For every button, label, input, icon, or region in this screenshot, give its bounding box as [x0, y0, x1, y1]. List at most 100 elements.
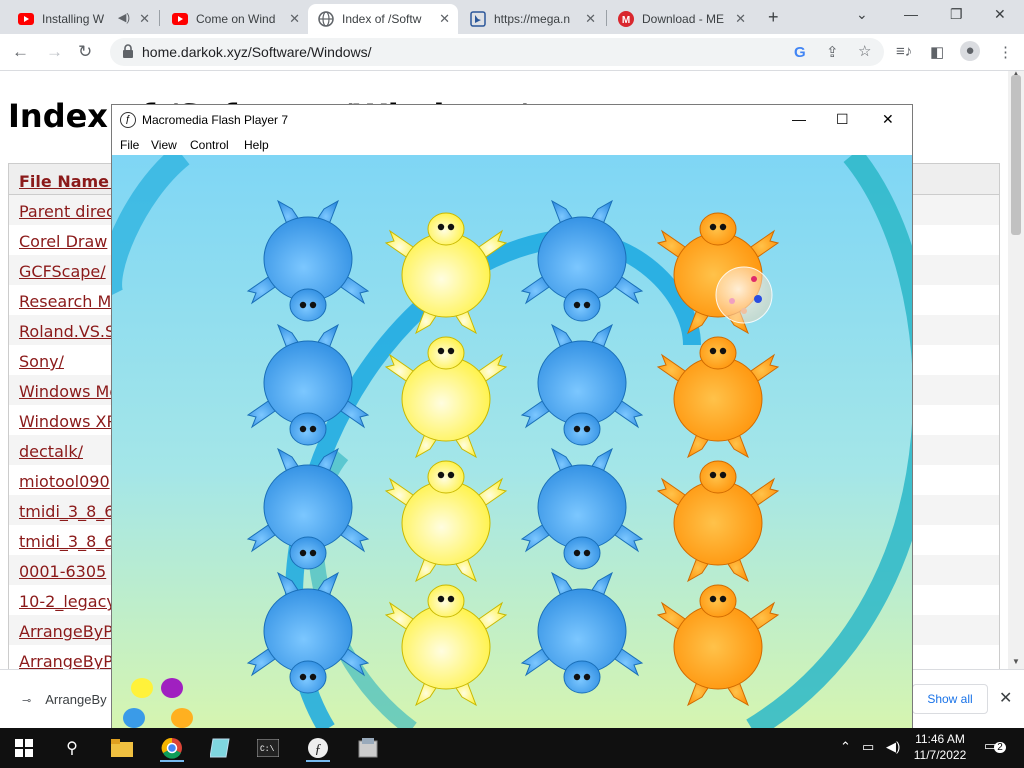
new-tab-button[interactable]: +	[768, 7, 779, 28]
tab-2[interactable]: Index of /Softw ✕	[308, 4, 458, 34]
clock-date: 11/7/2022	[913, 748, 967, 762]
back-icon[interactable]: ←	[12, 42, 29, 62]
file-link[interactable]: ArrangeByPe	[19, 622, 122, 641]
network-icon[interactable]: ▭	[862, 739, 874, 755]
tab-title: https://mega.n	[494, 12, 571, 26]
tab-title: Installing W	[42, 12, 105, 26]
file-link[interactable]: tmidi_3_8_6	[19, 532, 114, 551]
tab-4[interactable]: M Download - ME ✕	[608, 4, 754, 34]
notification-count: 2	[994, 742, 1006, 753]
lock-icon	[122, 44, 134, 63]
menu-view[interactable]: View	[151, 138, 177, 152]
scroll-down-icon[interactable]: ▼	[1012, 657, 1020, 666]
volume-icon[interactable]: ◀)	[886, 739, 900, 755]
minimize-icon[interactable]: —	[904, 6, 918, 22]
share-icon[interactable]: ⇪	[826, 43, 839, 61]
windows-taskbar: ⚲ C:\ ƒ ⌃ ▭ ◀) 11:46 AM 11/7/2022 ▭2	[0, 728, 1024, 768]
speaker-icon[interactable]: ◀)	[118, 11, 130, 24]
close-icon[interactable]: ✕	[289, 11, 300, 27]
menu-file[interactable]: File	[120, 138, 139, 152]
tab-search-icon[interactable]: ⌄	[856, 6, 868, 23]
svg-text:M: M	[622, 15, 630, 26]
close-icon[interactable]: ✕	[585, 11, 596, 27]
file-link[interactable]: dectalk/	[19, 442, 83, 461]
flash-window-title: Macromedia Flash Player 7	[142, 113, 289, 127]
file-link[interactable]: miotool090	[19, 472, 110, 491]
taskbar-clock[interactable]: 11:46 AM 11/7/2022	[912, 732, 968, 762]
file-link[interactable]: 0001-6305	[19, 562, 106, 581]
menu-help[interactable]: Help	[244, 138, 269, 152]
tab-1[interactable]: Come on Wind ✕	[162, 4, 308, 34]
forward-icon[interactable]: →	[46, 42, 63, 62]
restore-icon[interactable]: ❐	[950, 6, 963, 23]
flash-maximize-icon[interactable]: ☐	[836, 111, 849, 128]
menu-control[interactable]: Control	[190, 138, 229, 152]
side-panel-icon[interactable]: ◧	[930, 43, 944, 61]
bookmark-star-icon[interactable]: ☆	[858, 42, 871, 60]
flash-menu-bar: File View Control Help	[112, 135, 912, 155]
flash-app-icon: ƒ	[120, 112, 136, 128]
flash-stage[interactable]	[112, 155, 912, 729]
file-link[interactable]: tmidi_3_8_6	[19, 502, 114, 521]
mega-icon: M	[618, 11, 634, 27]
close-icon[interactable]: ✕	[139, 11, 150, 27]
address-bar[interactable]: home.darkok.xyz/Software/Windows/ G ⇪ ☆	[110, 38, 884, 66]
file-link[interactable]: Sony/	[19, 352, 64, 371]
menu-kebab-icon[interactable]: ⋮	[998, 43, 1013, 61]
tab-0[interactable]: Installing W ◀) ✕	[8, 4, 158, 34]
close-downloads-icon[interactable]: ✕	[999, 688, 1012, 708]
search-icon[interactable]: ⚲	[60, 736, 84, 760]
installer-icon[interactable]	[356, 736, 380, 760]
download-file-name: ArrangeBy	[45, 692, 107, 707]
flash-player-taskbar-icon[interactable]: ƒ	[306, 736, 330, 762]
show-hidden-icons-icon[interactable]: ⌃	[840, 739, 851, 755]
url-text: home.darkok.xyz/Software/Windows/	[142, 44, 372, 60]
file-link[interactable]: Windows Mo	[19, 382, 119, 401]
page-scrollbar[interactable]: ▲ ▼	[1008, 69, 1024, 669]
show-all-button[interactable]: Show all	[912, 684, 988, 714]
download-item[interactable]: ⊸ ArrangeBy	[22, 692, 107, 707]
close-icon[interactable]: ✕	[735, 11, 746, 27]
tab-separator	[606, 10, 607, 26]
bing-icon	[470, 11, 486, 27]
file-link[interactable]: GCFScape/	[19, 262, 106, 281]
browser-toolbar: ← → ↻ home.darkok.xyz/Software/Windows/ …	[0, 34, 1024, 71]
windows-start-icon[interactable]	[12, 736, 36, 760]
close-window-icon[interactable]: ✕	[994, 6, 1006, 23]
file-icon: ⊸	[22, 695, 32, 707]
close-icon[interactable]: ✕	[439, 11, 450, 27]
google-icon[interactable]: G	[794, 44, 806, 61]
flash-close-icon[interactable]: ✕	[882, 111, 894, 128]
youtube-icon	[172, 11, 188, 27]
tab-title: Come on Wind	[196, 12, 276, 26]
svg-text:C:\: C:\	[260, 745, 275, 754]
file-link[interactable]: Research Ma	[19, 292, 121, 311]
chrome-icon[interactable]	[160, 736, 184, 762]
globe-icon	[318, 11, 334, 27]
reload-icon[interactable]: ↻	[78, 42, 92, 62]
file-link[interactable]: Roland.VS.S	[19, 322, 115, 341]
file-explorer-icon[interactable]	[110, 736, 134, 760]
flash-player-window: ƒ Macromedia Flash Player 7 — ☐ ✕ File V…	[111, 104, 913, 730]
scrollbar-thumb[interactable]	[1011, 75, 1021, 235]
tab-separator	[159, 10, 160, 26]
file-link[interactable]: Corel Draw	[19, 232, 107, 251]
profile-avatar-icon[interactable]: ●	[960, 41, 980, 61]
notepad-icon[interactable]	[208, 736, 232, 760]
tab-title: Download - ME	[642, 12, 725, 26]
tab-title: Index of /Softw	[342, 12, 422, 26]
clock-time: 11:46 AM	[915, 732, 965, 746]
flash-minimize-icon[interactable]: —	[792, 111, 806, 127]
bubble-sprite	[715, 266, 773, 324]
file-link[interactable]: 10-2_legacy	[19, 592, 116, 611]
flash-animation[interactable]	[112, 155, 912, 729]
command-prompt-icon[interactable]: C:\	[256, 736, 280, 760]
tab-3[interactable]: https://mega.n ✕	[460, 4, 604, 34]
svg-text:ƒ: ƒ	[315, 742, 322, 757]
flash-title-bar[interactable]: ƒ Macromedia Flash Player 7 — ☐ ✕	[112, 105, 912, 135]
tab-strip: Installing W ◀) ✕ Come on Wind ✕ Index o…	[0, 0, 1024, 34]
notification-icon[interactable]: ▭2	[984, 738, 1006, 754]
file-link[interactable]: Windows XP	[19, 412, 116, 431]
youtube-icon	[18, 11, 34, 27]
media-control-icon[interactable]: ≡♪	[896, 43, 912, 60]
